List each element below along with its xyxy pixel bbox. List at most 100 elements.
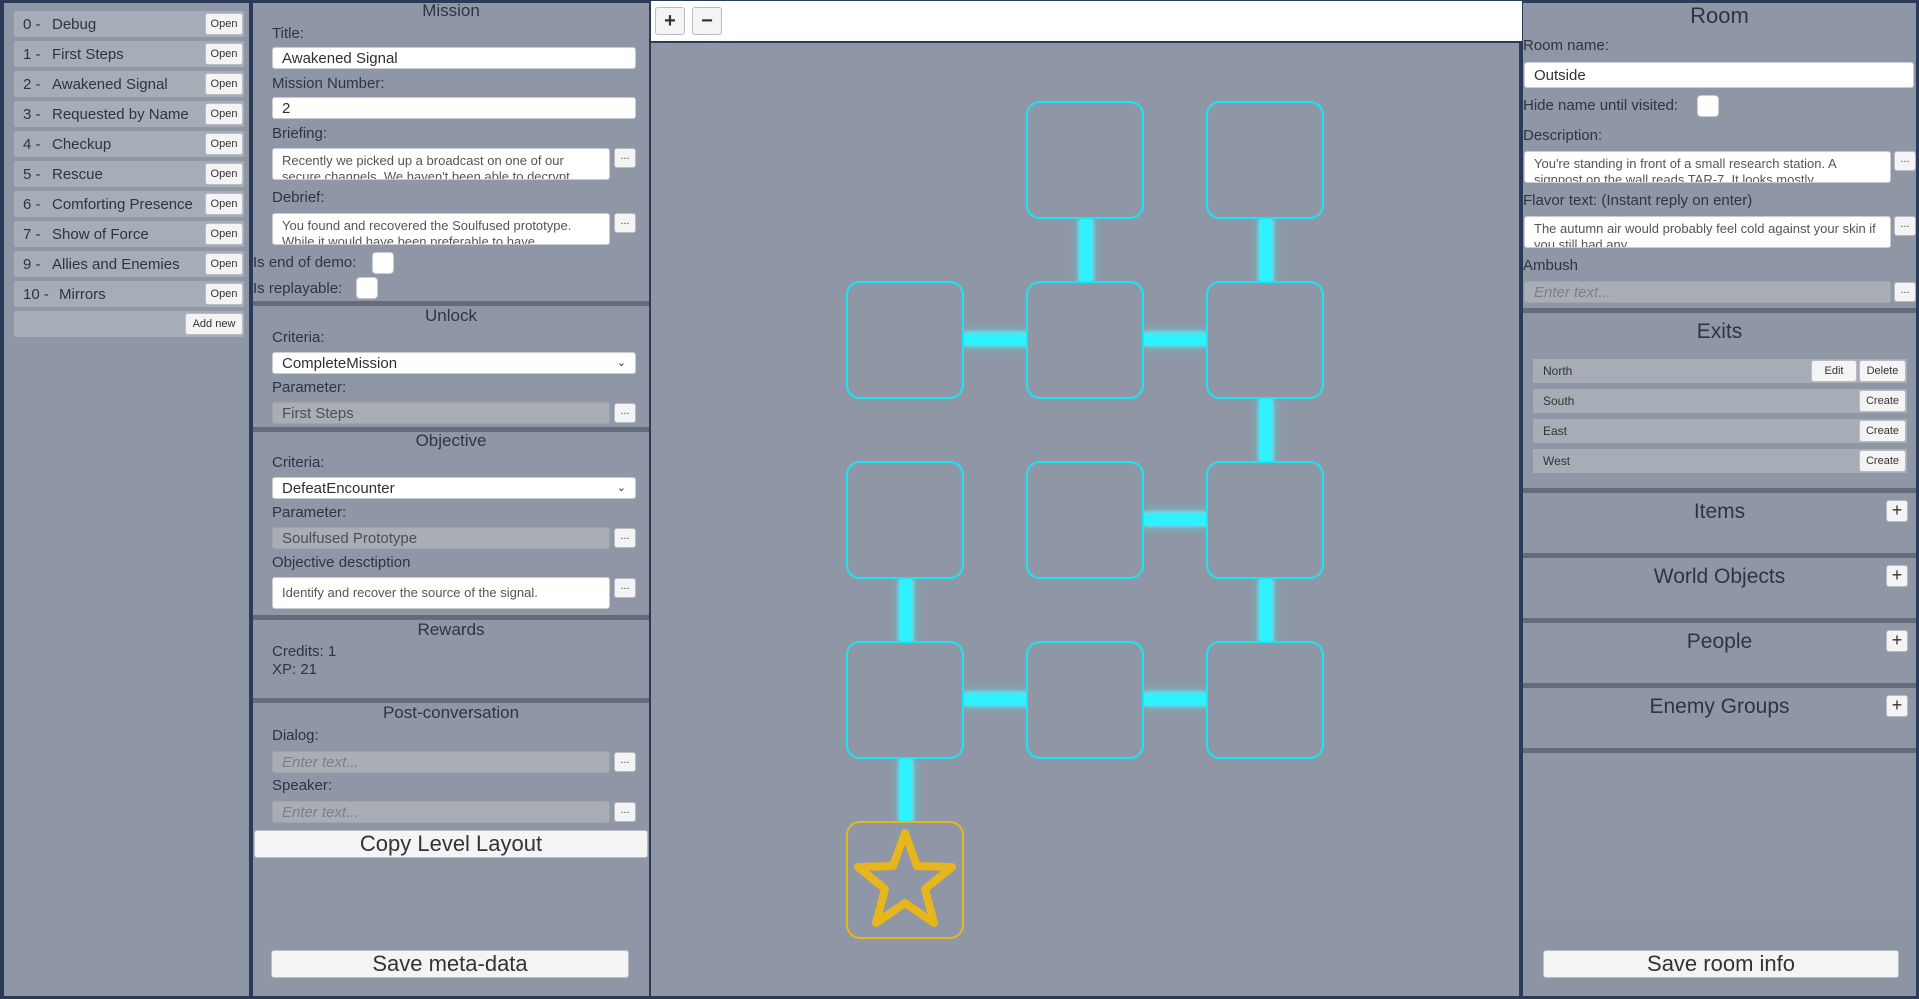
open-mission-button[interactable]: Open xyxy=(205,193,243,215)
mission-list-item[interactable]: 7 - Show of Force Open xyxy=(14,221,244,247)
delete-exit-button[interactable]: Delete xyxy=(1859,360,1906,382)
map-room[interactable] xyxy=(1026,101,1144,219)
unlock-parameter-label: Parameter: xyxy=(272,379,347,396)
exit-direction: South xyxy=(1543,394,1575,408)
unlock-parameter-more-button[interactable]: ... xyxy=(614,403,636,423)
mission-number-label: Mission Number: xyxy=(272,75,385,92)
open-mission-button[interactable]: Open xyxy=(205,133,243,155)
mission-number: 2 - xyxy=(23,75,41,93)
edit-exit-button[interactable]: Edit xyxy=(1811,360,1857,382)
room-connector xyxy=(900,579,912,643)
objective-criteria-select[interactable]: DefeatEncounter ⌄ xyxy=(272,477,636,499)
map-room[interactable] xyxy=(1206,101,1324,219)
map-room[interactable] xyxy=(1206,281,1324,399)
replayable-checkbox[interactable] xyxy=(356,277,378,299)
briefing-more-button[interactable]: ... xyxy=(614,148,636,168)
create-exit-button[interactable]: Create xyxy=(1859,420,1906,442)
mission-name: Checkup xyxy=(52,135,112,153)
selected-map-room[interactable] xyxy=(846,821,964,939)
mission-list-item[interactable]: 9 - Allies and Enemies Open xyxy=(14,251,244,277)
exit-direction: North xyxy=(1543,364,1573,378)
mission-list-item[interactable]: 4 - Checkup Open xyxy=(14,131,244,157)
ambush-input[interactable]: Enter text... xyxy=(1524,281,1891,303)
create-exit-button[interactable]: Create xyxy=(1859,450,1906,472)
add-person-button[interactable]: + xyxy=(1886,630,1908,652)
room-name-input[interactable]: Outside xyxy=(1524,62,1914,88)
objective-parameter-input[interactable]: Soulfused Prototype xyxy=(272,527,610,549)
map-room[interactable] xyxy=(1026,641,1144,759)
star-icon xyxy=(854,829,956,927)
speaker-input[interactable]: Enter text... xyxy=(272,801,610,823)
mission-list-panel: 0 - Debug Open 1 - First Steps Open 2 - … xyxy=(4,3,249,996)
divider xyxy=(1523,488,1916,493)
mission-number: 1 - xyxy=(23,45,41,63)
ambush-more-button[interactable]: ... xyxy=(1894,282,1916,302)
map-room[interactable] xyxy=(846,461,964,579)
add-new-mission-button[interactable]: Add new xyxy=(185,313,243,335)
objective-description-more-button[interactable]: ... xyxy=(614,578,636,598)
add-enemy-group-button[interactable]: + xyxy=(1886,695,1908,717)
mission-list-item[interactable]: 2 - Awakened Signal Open xyxy=(14,71,244,97)
flavor-text-input[interactable]: The autumn air would probably feel cold … xyxy=(1524,216,1891,248)
mission-list-item[interactable]: 10 - Mirrors Open xyxy=(14,281,244,307)
unlock-parameter-input[interactable]: First Steps xyxy=(272,402,610,424)
room-connector xyxy=(1260,579,1272,643)
room-connector xyxy=(900,759,912,823)
objective-parameter-label: Parameter: xyxy=(272,504,347,521)
mission-list-item[interactable]: 1 - First Steps Open xyxy=(14,41,244,67)
zoom-in-button[interactable]: + xyxy=(655,7,685,35)
open-mission-button[interactable]: Open xyxy=(205,163,243,185)
debrief-input[interactable]: You found and recovered the Soulfused pr… xyxy=(272,213,610,245)
mission-list-item[interactable]: 0 - Debug Open xyxy=(14,11,244,37)
end-of-demo-checkbox[interactable] xyxy=(372,252,394,274)
dialog-input[interactable]: Enter text... xyxy=(272,751,610,773)
open-mission-button[interactable]: Open xyxy=(205,13,243,35)
save-room-info-button[interactable]: Save room info xyxy=(1543,950,1899,978)
mission-header: Mission xyxy=(422,1,480,20)
description-input[interactable]: You're standing in front of a small rese… xyxy=(1524,151,1891,183)
open-mission-button[interactable]: Open xyxy=(205,283,243,305)
dialog-more-button[interactable]: ... xyxy=(614,752,636,772)
mission-list-item[interactable]: 5 - Rescue Open xyxy=(14,161,244,187)
mission-list-item[interactable]: 3 - Requested by Name Open xyxy=(14,101,244,127)
debrief-more-button[interactable]: ... xyxy=(614,213,636,233)
hide-name-checkbox[interactable] xyxy=(1697,95,1719,117)
map-room[interactable] xyxy=(846,641,964,759)
mission-number: 10 - xyxy=(23,285,49,303)
save-meta-data-button[interactable]: Save meta-data xyxy=(271,950,629,978)
open-mission-button[interactable]: Open xyxy=(205,73,243,95)
unlock-criteria-select[interactable]: CompleteMission ⌄ xyxy=(272,352,636,374)
create-exit-button[interactable]: Create xyxy=(1859,390,1906,412)
zoom-out-button[interactable]: − xyxy=(692,7,722,35)
open-mission-button[interactable]: Open xyxy=(205,223,243,245)
description-more-button[interactable]: ... xyxy=(1894,151,1916,171)
map-room[interactable] xyxy=(1026,461,1144,579)
objective-parameter-more-button[interactable]: ... xyxy=(614,528,636,548)
map-canvas[interactable] xyxy=(651,43,1519,996)
debrief-label: Debrief: xyxy=(272,189,325,206)
flavor-text-more-button[interactable]: ... xyxy=(1894,216,1916,236)
objective-description-input[interactable]: Identify and recover the source of the s… xyxy=(272,577,610,609)
map-toolbar: + − xyxy=(651,1,1522,41)
add-item-button[interactable]: + xyxy=(1886,500,1908,522)
add-world-object-button[interactable]: + xyxy=(1886,565,1908,587)
post-conversation-header: Post-conversation xyxy=(382,703,520,722)
mission-list-item[interactable]: 6 - Comforting Presence Open xyxy=(14,191,244,217)
map-room[interactable] xyxy=(1206,641,1324,759)
mission-number-input[interactable]: 2 xyxy=(272,97,636,119)
speaker-more-button[interactable]: ... xyxy=(614,802,636,822)
map-room[interactable] xyxy=(1206,461,1324,579)
exit-direction: West xyxy=(1543,454,1571,468)
open-mission-button[interactable]: Open xyxy=(205,253,243,275)
divider xyxy=(1523,308,1916,313)
copy-level-layout-button[interactable]: Copy Level Layout xyxy=(254,830,648,858)
room-connector xyxy=(964,693,1028,705)
title-input[interactable]: Awakened Signal xyxy=(272,47,636,69)
open-mission-button[interactable]: Open xyxy=(205,103,243,125)
room-header: Room xyxy=(1690,3,1749,28)
flavor-text-label: Flavor text: (Instant reply on enter) xyxy=(1523,192,1753,209)
map-room[interactable] xyxy=(846,281,964,399)
open-mission-button[interactable]: Open xyxy=(205,43,243,65)
map-room[interactable] xyxy=(1026,281,1144,399)
briefing-input[interactable]: Recently we picked up a broadcast on one… xyxy=(272,148,610,180)
